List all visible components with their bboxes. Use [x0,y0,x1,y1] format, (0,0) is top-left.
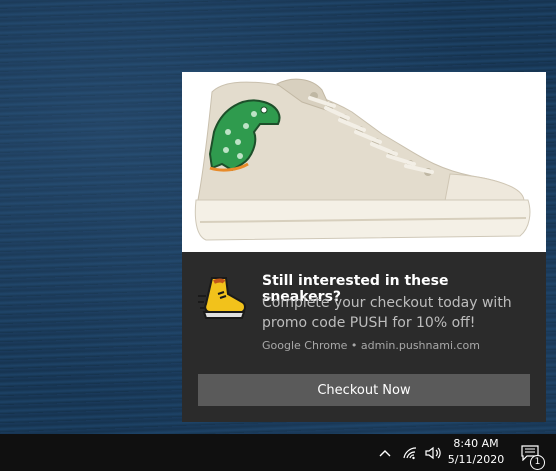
sneaker-image [194,78,531,241]
checkout-now-button[interactable]: Checkout Now [198,374,530,406]
toast-notification[interactable]: Still interested in these sneakers? Comp… [182,72,546,422]
clock-time: 8:40 AM [453,437,499,450]
chevron-up-icon[interactable] [376,434,394,471]
notification-attribution: Google Chrome • admin.pushnami.com [262,339,481,352]
notification-body: Complete your checkout today with promo … [262,295,512,331]
wifi-icon[interactable] [400,434,420,471]
hero-image [182,72,546,252]
taskbar: 8:40 AM 5/11/2020 [0,434,556,471]
action-center-badge: 1 [530,455,545,470]
clock-date: 5/11/2020 [447,453,505,466]
taskbar-clock[interactable]: 8:40 AM 5/11/2020 [440,436,512,470]
running-sneaker-icon [198,272,248,324]
